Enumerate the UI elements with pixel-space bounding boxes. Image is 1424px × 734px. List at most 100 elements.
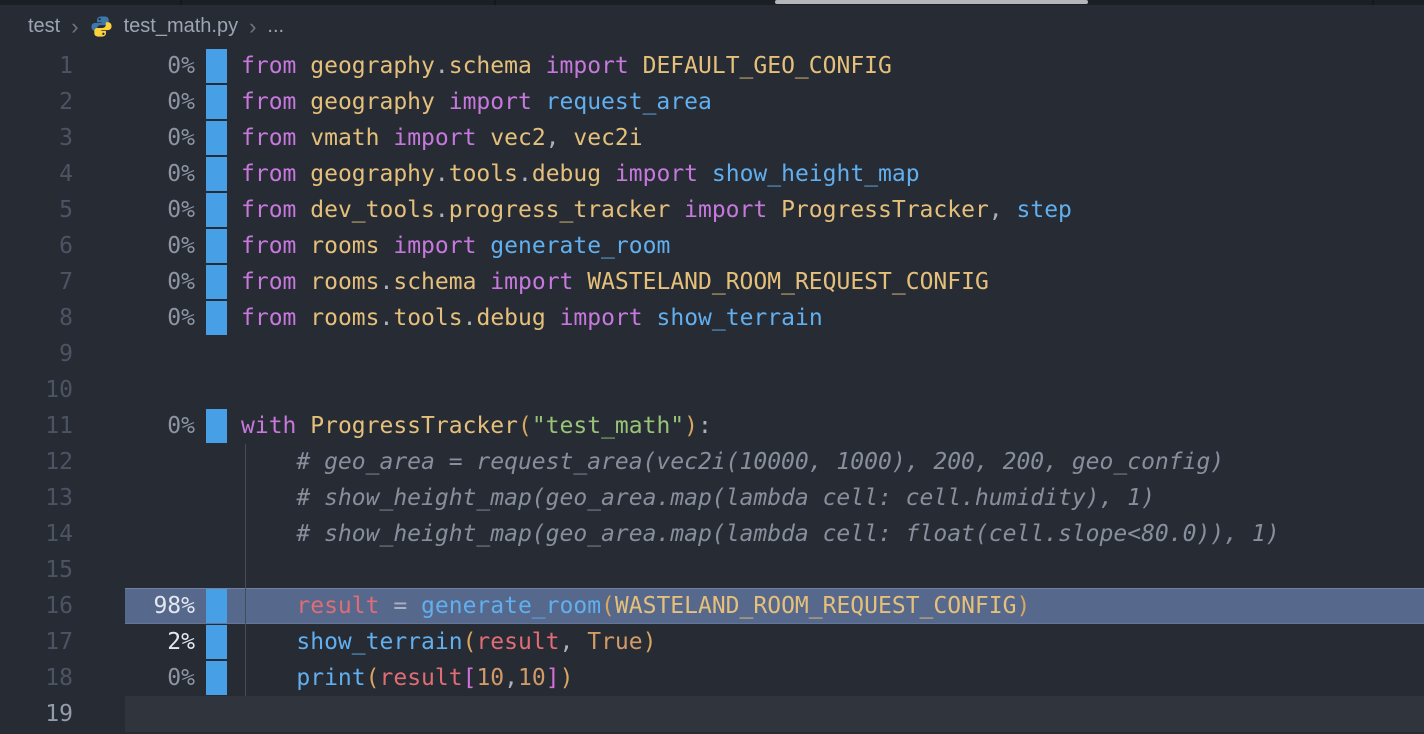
code-token: True [587, 629, 642, 655]
code-token: ( [518, 413, 532, 439]
code-line[interactable]: 19 [0, 696, 1424, 732]
code-token [241, 629, 296, 655]
indent-guide-line [245, 552, 246, 588]
code-token: ProgressTracker [781, 197, 989, 223]
code-token: schema [393, 269, 476, 295]
breadcrumb: test › test_math.py › ... [0, 5, 1424, 48]
editor-code-area[interactable]: 10%from geography.schema import DEFAULT_… [0, 48, 1424, 732]
code-token: with [241, 413, 310, 439]
code-token: geography [310, 53, 435, 79]
code-token: WASTELAND_ROOM_REQUEST_CONFIG [587, 269, 989, 295]
current-line-highlight [125, 696, 1424, 732]
code-token: progress_tracker [449, 197, 671, 223]
line-number: 19 [0, 696, 73, 732]
line-number: 9 [0, 336, 73, 372]
code-line[interactable]: 180% print(result[10,10]) [0, 660, 1424, 696]
coverage-percent: 0% [73, 660, 195, 696]
code-token: . [518, 161, 532, 187]
code-token: show_terrain [296, 629, 462, 655]
code-token: tools [393, 305, 462, 331]
code-token: show_height_map [712, 161, 920, 187]
coverage-indicator [206, 85, 227, 119]
code-token: import [435, 89, 546, 115]
coverage-indicator [206, 661, 227, 695]
code-token: # show_height_map(geo_area.map(lambda ce… [241, 485, 1155, 511]
code-token: . [463, 305, 477, 331]
code-line[interactable]: 12 # geo_area = request_area(vec2i(10000… [0, 444, 1424, 480]
code-line[interactable]: 40%from geography.tools.debug import sho… [0, 156, 1424, 192]
code-text: from geography import request_area [241, 84, 712, 120]
coverage-indicator [206, 625, 227, 659]
code-token: = [379, 593, 421, 619]
code-line[interactable]: 14 # show_height_map(geo_area.map(lambda… [0, 516, 1424, 552]
code-token: . [380, 269, 394, 295]
code-token: import [546, 305, 657, 331]
code-token: from [241, 161, 310, 187]
code-line[interactable]: 110%with ProgressTracker("test_math"): [0, 408, 1424, 444]
coverage-indicator [206, 301, 227, 335]
coverage-percent: 0% [73, 228, 195, 264]
coverage-indicator [206, 157, 227, 191]
code-token: . [435, 161, 449, 187]
coverage-indicator [206, 265, 227, 299]
code-token: # geo_area = request_area(vec2i(10000, 1… [241, 449, 1224, 475]
code-line[interactable]: 70%from rooms.schema import WASTELAND_RO… [0, 264, 1424, 300]
code-token: vec2 [490, 125, 545, 151]
code-line[interactable]: 10 [0, 372, 1424, 408]
scrollbar-thumb[interactable] [775, 0, 1088, 4]
code-line[interactable]: 30%from vmath import vec2, vec2i [0, 120, 1424, 156]
code-line[interactable]: 50%from dev_tools.progress_tracker impor… [0, 192, 1424, 228]
coverage-percent: 0% [73, 264, 195, 300]
code-token: , [504, 665, 518, 691]
code-line[interactable]: 10%from geography.schema import DEFAULT_… [0, 48, 1424, 84]
coverage-percent: 0% [73, 192, 195, 228]
code-token: rooms [310, 269, 379, 295]
code-token: geography [310, 89, 435, 115]
coverage-indicator [206, 121, 227, 155]
code-line[interactable]: 172% show_terrain(result, True) [0, 624, 1424, 660]
code-token: vmath [310, 125, 379, 151]
chevron-right-icon: › [71, 17, 78, 37]
code-token: ) [1016, 593, 1030, 619]
code-token [241, 665, 296, 691]
code-token: from [241, 197, 310, 223]
code-token: generate_room [421, 593, 601, 619]
code-text: show_terrain(result, True) [241, 624, 656, 660]
code-token: ( [366, 665, 380, 691]
code-line[interactable]: 9 [0, 336, 1424, 372]
code-token: ] [546, 665, 560, 691]
line-number: 5 [0, 192, 73, 228]
code-line[interactable]: 15 [0, 552, 1424, 588]
python-icon [90, 15, 113, 38]
code-token: debug [532, 161, 601, 187]
coverage-percent: 0% [73, 48, 195, 84]
code-token: rooms [310, 233, 379, 259]
coverage-percent: 0% [73, 84, 195, 120]
code-text: from vmath import vec2, vec2i [241, 120, 643, 156]
line-number: 14 [0, 516, 73, 552]
code-text: from rooms.schema import WASTELAND_ROOM_… [241, 264, 989, 300]
code-token: schema [449, 53, 532, 79]
chevron-right-icon: › [249, 17, 256, 37]
code-line[interactable]: 80%from rooms.tools.debug import show_te… [0, 300, 1424, 336]
code-token: from [241, 305, 310, 331]
coverage-indicator [206, 49, 227, 83]
code-token: ) [560, 665, 574, 691]
breadcrumb-symbol-more[interactable]: ... [267, 15, 284, 38]
breadcrumb-folder[interactable]: test [28, 15, 60, 38]
code-line[interactable]: 60%from rooms import generate_room [0, 228, 1424, 264]
coverage-indicator [206, 193, 227, 227]
code-line[interactable]: 1698% result = generate_room(WASTELAND_R… [0, 588, 1424, 624]
code-line[interactable]: 20%from geography import request_area [0, 84, 1424, 120]
coverage-percent: 98% [73, 588, 195, 624]
code-token: , [560, 629, 588, 655]
line-number: 1 [0, 48, 73, 84]
breadcrumb-file[interactable]: test_math.py [124, 15, 239, 38]
coverage-percent: 0% [73, 300, 195, 336]
coverage-percent: 0% [73, 408, 195, 444]
code-token [241, 593, 296, 619]
code-token: from [241, 269, 310, 295]
code-line[interactable]: 13 # show_height_map(geo_area.map(lambda… [0, 480, 1424, 516]
coverage-percent: 0% [73, 120, 195, 156]
line-number: 11 [0, 408, 73, 444]
